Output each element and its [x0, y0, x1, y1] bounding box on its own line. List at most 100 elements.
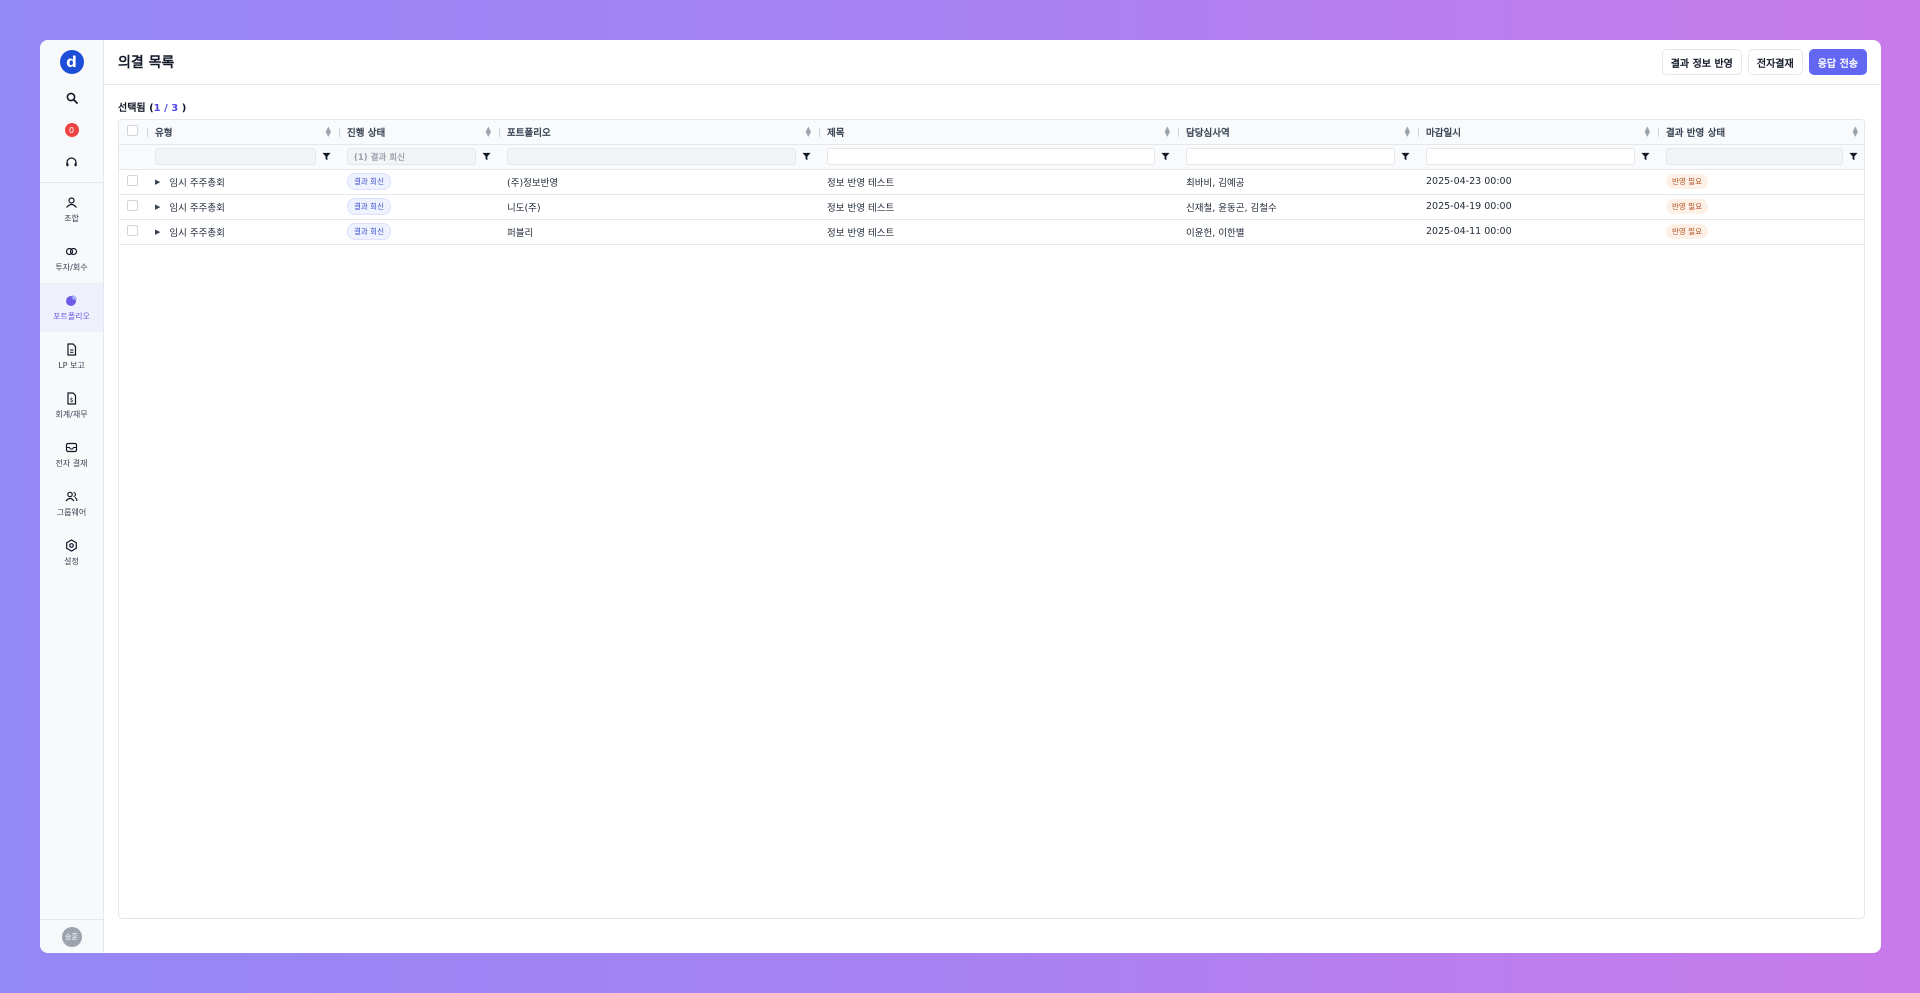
cell-reflect-status: 반영 필요 — [1658, 169, 1864, 195]
sidebar-item-label: 회계/재무 — [55, 409, 88, 419]
sidebar-item-groupware[interactable]: 그룹웨어 — [40, 479, 103, 528]
filter-spacer — [119, 144, 147, 170]
cell-deadline: 2025-04-23 00:00 — [1418, 169, 1658, 195]
column-header-status[interactable]: 진행 상태 ▲ ▼ — [339, 120, 499, 145]
cell-status: 결과 회신 — [339, 219, 499, 245]
sort-icon[interactable]: ▲ ▼ — [1645, 125, 1650, 137]
users-circle-icon — [66, 196, 77, 208]
expand-caret-icon[interactable]: ▶ — [155, 228, 160, 236]
filter-input-title[interactable] — [827, 148, 1155, 165]
avatar[interactable]: 승훈 — [61, 926, 82, 947]
column-header-reflect-status[interactable]: 결과 반영 상태 ▲ ▼ — [1658, 120, 1864, 145]
type-text: 임시 주주총회 — [169, 227, 225, 239]
filter-cell-status: (1) 결과 회신 — [339, 144, 499, 170]
filter-input-type[interactable] — [155, 148, 316, 165]
column-header-manager[interactable]: 담당심사역 ▲ ▼ — [1178, 120, 1418, 145]
filter-icon[interactable] — [802, 152, 811, 161]
column-header-title[interactable]: 제목 ▲ ▼ — [819, 120, 1178, 145]
column-label: 진행 상태 — [347, 127, 386, 139]
cell-title: 정보 반영 테스트 — [819, 194, 1178, 220]
row-checkbox[interactable] — [127, 199, 138, 211]
search-icon[interactable] — [62, 88, 82, 108]
table-row[interactable]: ▶ 임시 주주총회 결과 회신 (주)정보반영 정보 반영 테스트 최바비, 김예… — [119, 169, 1864, 195]
cell-type: ▶ 임시 주주총회 — [147, 194, 339, 220]
selection-summary: 선택됨 (1 / 3 ) — [118, 99, 186, 114]
expand-caret-icon[interactable]: ▶ — [155, 203, 160, 211]
filter-icon[interactable] — [322, 152, 331, 161]
column-header-deadline[interactable]: 마감일시 ▲ ▼ — [1418, 120, 1658, 145]
sidebar-item-settings[interactable]: 설정 — [40, 528, 103, 577]
sidebar: d 0 조합 투자/회수 포트폴리오 LP 보고 $ 회계/재무 전자 결재 그… — [40, 40, 104, 953]
sidebar-item-fund[interactable]: 조합 — [40, 185, 103, 234]
cell-title: 정보 반영 테스트 — [819, 219, 1178, 245]
sort-icon[interactable]: ▲ ▼ — [1405, 125, 1410, 137]
sidebar-item-e-approval[interactable]: 전자 결재 — [40, 430, 103, 479]
e-approval-button[interactable]: 전자결재 — [1747, 49, 1803, 75]
header-row: 유형 ▲ ▼ 진행 상태 ▲ ▼ 포트폴리오 ▲ ▼ 제목 ▲ ▼ 담당심사역 ▲ ▼ 마감일시 ▲ ▼… — [119, 120, 1864, 145]
vote-table: 유형 ▲ ▼ 진행 상태 ▲ ▼ 포트폴리오 ▲ ▼ 제목 ▲ ▼ 담당심사역 ▲ ▼ 마감일시 ▲ ▼… — [119, 120, 1864, 245]
sidebar-item-portfolio[interactable]: 포트폴리오 — [40, 283, 103, 332]
expand-caret-icon[interactable]: ▶ — [155, 178, 160, 186]
selection-count: 1 — [153, 103, 161, 114]
filter-input-deadline[interactable] — [1426, 148, 1635, 165]
data-grid: 유형 ▲ ▼ 진행 상태 ▲ ▼ 포트폴리오 ▲ ▼ 제목 ▲ ▼ 담당심사역 ▲ ▼ 마감일시 ▲ ▼… — [118, 119, 1865, 919]
sidebar-item-investment[interactable]: 투자/회수 — [40, 234, 103, 283]
row-select-cell — [119, 219, 147, 245]
sidebar-item-lp-report[interactable]: LP 보고 — [40, 332, 103, 381]
header-actions: 결과 정보 반영 전자결재 응답 전송 — [1661, 49, 1867, 75]
headset-icon[interactable] — [62, 152, 82, 172]
filter-icon[interactable] — [1161, 152, 1170, 161]
app-logo[interactable]: d — [59, 50, 84, 74]
reflect-status-badge: 반영 필요 — [1666, 174, 1708, 189]
notification-count: 0 — [64, 123, 79, 137]
cell-title: 정보 반영 테스트 — [819, 169, 1178, 195]
filter-input-reflect-status[interactable] — [1666, 148, 1843, 165]
gear-icon — [66, 538, 77, 552]
selection-suffix: ) — [178, 103, 187, 114]
status-badge: 결과 회신 — [347, 198, 391, 215]
column-header-type[interactable]: 유형 ▲ ▼ — [147, 120, 339, 145]
reflect-result-button[interactable]: 결과 정보 반영 — [1661, 49, 1742, 75]
notification-badge[interactable]: 0 — [62, 120, 82, 140]
sort-icon[interactable]: ▲ ▼ — [1165, 125, 1170, 137]
sidebar-item-accounting[interactable]: $ 회계/재무 — [40, 381, 103, 430]
column-header-portfolio[interactable]: 포트폴리오 ▲ ▼ — [499, 120, 819, 145]
sidebar-footer: 승훈 — [40, 919, 103, 953]
column-label: 제목 — [827, 127, 845, 139]
sort-icon[interactable]: ▲ ▼ — [1853, 125, 1858, 137]
sidebar-item-label: 투자/회수 — [55, 262, 88, 272]
sidebar-item-label: 설정 — [64, 556, 79, 566]
cell-reflect-status: 반영 필요 — [1658, 194, 1864, 220]
filter-cell-deadline — [1418, 144, 1658, 170]
sort-icon[interactable]: ▲ ▼ — [326, 125, 331, 137]
sort-icon[interactable]: ▲ ▼ — [806, 125, 811, 137]
table-row[interactable]: ▶ 임시 주주총회 결과 회신 퍼블리 정보 반영 테스트 이윤헌, 이한별 20… — [119, 219, 1864, 245]
cell-deadline: 2025-04-11 00:00 — [1418, 219, 1658, 245]
cell-portfolio: 니도(주) — [499, 194, 819, 220]
column-label: 포트폴리오 — [507, 127, 551, 139]
sort-icon[interactable]: ▲ ▼ — [486, 125, 491, 137]
filter-input-manager[interactable] — [1186, 148, 1395, 165]
inbox-icon — [65, 442, 78, 452]
filter-input-status[interactable]: (1) 결과 회신 — [347, 148, 476, 165]
filter-input-portfolio[interactable] — [507, 148, 796, 165]
filter-icon[interactable] — [1641, 152, 1650, 161]
sidebar-divider — [40, 182, 104, 183]
sidebar-nav: 조합 투자/회수 포트폴리오 LP 보고 $ 회계/재무 전자 결재 그룹웨어 … — [40, 185, 103, 577]
column-label: 결과 반영 상태 — [1666, 127, 1726, 139]
selection-prefix: 선택됨 ( — [118, 103, 154, 114]
filter-icon[interactable] — [482, 152, 491, 161]
column-label: 담당심사역 — [1186, 127, 1230, 139]
page-header: 의결 목록 결과 정보 반영 전자결재 응답 전송 — [104, 40, 1881, 85]
status-badge: 결과 회신 — [347, 173, 391, 190]
filter-icon[interactable] — [1401, 152, 1410, 161]
filter-icon[interactable] — [1849, 152, 1858, 161]
exchange-icon — [65, 247, 78, 255]
filter-cell-type — [147, 144, 339, 170]
pie-chart-icon — [66, 294, 77, 306]
row-checkbox[interactable] — [127, 224, 138, 236]
row-checkbox[interactable] — [127, 174, 138, 186]
select-all-checkbox[interactable] — [127, 124, 138, 136]
table-row[interactable]: ▶ 임시 주주총회 결과 회신 니도(주) 정보 반영 테스트 신재철, 윤동곤,… — [119, 194, 1864, 220]
send-response-button[interactable]: 응답 전송 — [1808, 49, 1867, 75]
